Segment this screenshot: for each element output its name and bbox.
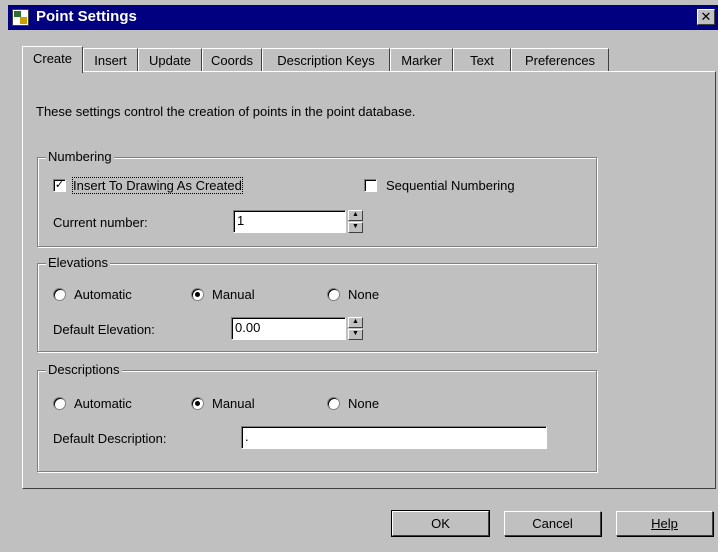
ok-button[interactable]: OK (391, 510, 490, 537)
window-title: Point Settings (36, 8, 137, 25)
tab-text[interactable]: Text (453, 48, 511, 71)
tab-coords[interactable]: Coords (202, 48, 262, 71)
cancel-button[interactable]: Cancel (504, 511, 601, 536)
tab-panel-create (22, 71, 716, 489)
help-button[interactable]: Help (616, 511, 713, 536)
tab-description-keys[interactable]: Description Keys (262, 48, 390, 71)
close-button[interactable]: ✕ (697, 9, 715, 25)
tab-update[interactable]: Update (138, 48, 202, 71)
tab-insert[interactable]: Insert (83, 48, 138, 71)
app-icon (12, 9, 29, 26)
title-bar[interactable]: Point Settings ✕ (8, 5, 718, 30)
point-settings-dialog: Point Settings ✕ Create Insert Update Co… (0, 0, 718, 552)
tab-marker[interactable]: Marker (390, 48, 453, 71)
tab-preferences[interactable]: Preferences (511, 48, 609, 71)
tab-create[interactable]: Create (22, 46, 83, 73)
